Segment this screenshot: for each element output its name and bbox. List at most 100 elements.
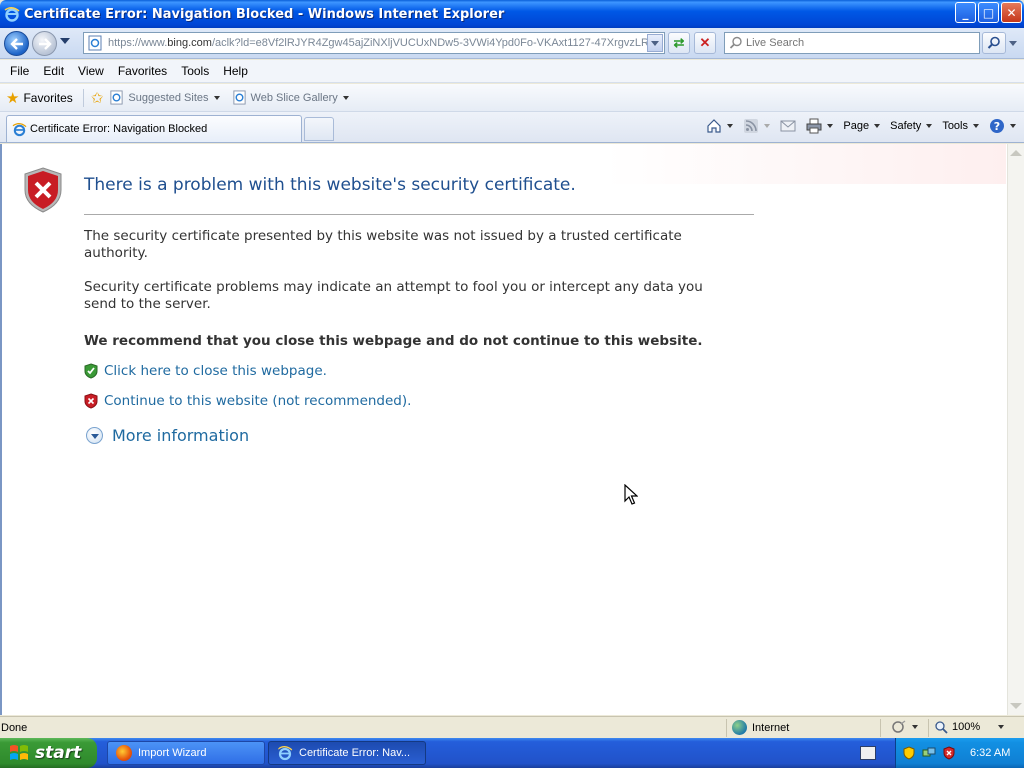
search-input[interactable]	[746, 37, 966, 49]
heading-divider	[84, 214, 754, 215]
window-title: Certificate Error: Navigation Blocked - …	[24, 6, 505, 22]
zoom-control[interactable]: 100%	[934, 720, 1005, 734]
add-to-favorites-bar-icon[interactable]: ✩	[91, 89, 104, 107]
safety-caret-icon	[926, 124, 933, 128]
web-slice-gallery-link[interactable]: Web Slice Gallery	[232, 90, 349, 105]
feeds-caret-icon	[764, 124, 771, 128]
security-shield-tray-icon[interactable]	[902, 746, 916, 760]
read-mail-button[interactable]	[780, 118, 796, 134]
web-slice-caret-icon	[342, 95, 349, 100]
status-text: Done	[1, 722, 28, 734]
certificate-risk-message: Security certificate problems may indica…	[84, 279, 703, 312]
zoom-caret-icon	[998, 725, 1005, 729]
page-icon	[88, 35, 102, 51]
taskbar-item-label: Import Wizard	[138, 747, 207, 759]
favorites-button[interactable]: ★ Favorites	[6, 89, 73, 107]
forward-button[interactable]	[32, 31, 57, 56]
page-menu-label: Page	[843, 120, 870, 132]
print-button[interactable]	[806, 118, 834, 134]
safety-menu-button[interactable]: Safety	[890, 120, 933, 132]
security-alert-tray-icon[interactable]	[942, 746, 956, 760]
refresh-button[interactable]: ⇄	[668, 32, 690, 54]
menu-tools[interactable]: Tools	[174, 64, 216, 78]
minimize-button[interactable]: _	[955, 2, 976, 23]
feeds-button[interactable]	[743, 118, 771, 134]
zone-label: Internet	[752, 721, 790, 734]
ie-tab-icon	[12, 122, 27, 136]
ie-taskbar-icon	[277, 746, 293, 761]
start-label: start	[35, 743, 82, 763]
help-icon: ?	[990, 119, 1004, 133]
address-dropdown-button[interactable]	[647, 34, 663, 52]
menu-view[interactable]: View	[71, 64, 111, 78]
recommendation-text: We recommend that you close this webpage…	[84, 333, 703, 349]
recent-pages-dropdown[interactable]	[60, 38, 70, 44]
help-caret-icon	[1010, 124, 1016, 128]
address-field[interactable]: https://www.bing.com/aclk?ld=e8Vf2lRJYR4…	[83, 32, 665, 54]
taskbar-item-import-wizard[interactable]: Import Wizard	[107, 741, 265, 765]
taskbar-item-certificate-error[interactable]: Certificate Error: Nav...	[268, 741, 426, 765]
more-information-toggle[interactable]: More information	[86, 426, 249, 445]
status-bar: Done Internet 100%	[0, 716, 1024, 738]
more-information-label: More information	[112, 426, 250, 445]
network-tray-icon[interactable]	[922, 746, 936, 760]
close-window-button[interactable]: ✕	[1001, 2, 1022, 23]
menu-help[interactable]: Help	[216, 64, 255, 78]
tools-caret-icon	[973, 124, 979, 128]
windows-flag-icon	[10, 745, 28, 760]
suggested-sites-link[interactable]: Suggested Sites	[109, 90, 220, 105]
taskbar-item-label: Certificate Error: Nav...	[299, 747, 411, 759]
home-button[interactable]	[706, 118, 734, 134]
safety-menu-label: Safety	[890, 120, 922, 132]
tools-menu-button[interactable]: Tools	[942, 120, 979, 132]
keyboard-icon[interactable]	[860, 746, 876, 760]
menu-file[interactable]: File	[3, 64, 36, 78]
url-text: https://www.bing.com/aclk?ld=e8Vf2lRJYR4…	[108, 37, 648, 49]
green-shield-check-icon	[84, 363, 98, 379]
command-bar: Page Safety Tools ?	[696, 118, 1016, 134]
continue-website-link[interactable]: Continue to this website (not recommende…	[84, 393, 411, 409]
maximize-button[interactable]: □	[978, 2, 999, 23]
search-options-dropdown[interactable]	[1008, 32, 1018, 54]
printer-icon	[806, 118, 822, 134]
menu-bar: File Edit View Favorites Tools Help	[0, 60, 1024, 83]
security-zone[interactable]: Internet	[732, 720, 789, 735]
magnifier-icon	[987, 36, 1000, 49]
zoom-level: 100%	[952, 721, 981, 733]
vertical-scrollbar[interactable]	[1007, 144, 1024, 715]
status-divider	[928, 719, 929, 737]
start-button[interactable]: start	[0, 738, 97, 768]
close-webpage-link[interactable]: Click here to close this webpage.	[84, 363, 327, 379]
tools-menu-label: Tools	[942, 120, 968, 132]
zoom-magnifier-icon	[935, 721, 948, 734]
home-icon	[707, 119, 722, 133]
tab-certificate-error[interactable]: Certificate Error: Navigation Blocked	[6, 115, 302, 142]
stop-button[interactable]: ✕	[694, 32, 716, 54]
tab-label: Certificate Error: Navigation Blocked	[30, 123, 208, 135]
internet-globe-icon	[732, 720, 747, 735]
menu-favorites[interactable]: Favorites	[111, 64, 174, 78]
protected-mode-indicator[interactable]	[891, 720, 918, 734]
help-button[interactable]: ?	[989, 118, 1016, 134]
title-bar: Certificate Error: Navigation Blocked - …	[0, 0, 1024, 28]
page-caret-icon	[874, 124, 881, 128]
page-content: There is a problem with this website's s…	[0, 144, 1024, 715]
clock: 6:32 AM	[970, 747, 1011, 759]
taskbar: start Import Wizard Certificate Error: N…	[0, 738, 1024, 768]
back-button[interactable]	[4, 31, 29, 56]
ie-page-icon	[232, 90, 246, 105]
tab-row: Certificate Error: Navigation Blocked Pa…	[0, 112, 1024, 143]
favorites-bar: ★ Favorites ✩ Suggested Sites Web Slice …	[0, 84, 1024, 112]
search-icon	[729, 36, 742, 49]
scroll-down-arrow-icon[interactable]	[1010, 703, 1022, 709]
forward-arrow-icon	[38, 37, 52, 50]
search-button[interactable]	[982, 32, 1006, 54]
new-tab-button[interactable]	[304, 117, 334, 141]
menu-edit[interactable]: Edit	[36, 64, 71, 78]
favorites-separator	[82, 88, 84, 107]
page-menu-button[interactable]: Page	[843, 120, 881, 132]
search-box[interactable]	[724, 32, 980, 54]
red-shield-x-icon	[84, 393, 98, 409]
mail-icon	[780, 120, 796, 132]
scroll-up-arrow-icon[interactable]	[1010, 150, 1022, 156]
